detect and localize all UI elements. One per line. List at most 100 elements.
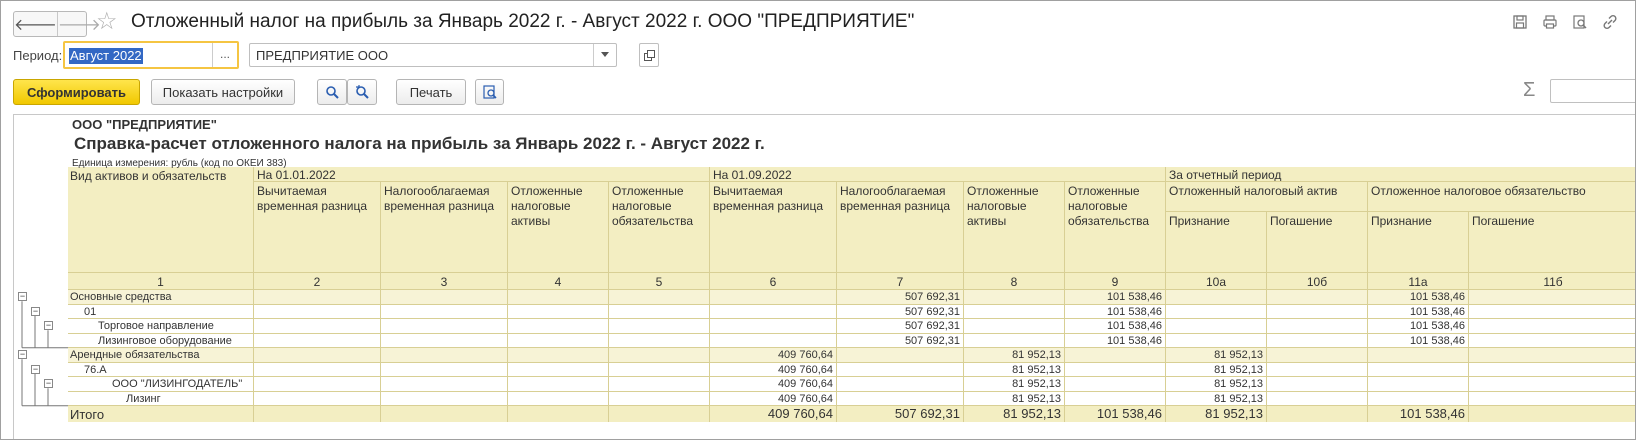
period-input[interactable]: Август 2022 [69,48,143,64]
column-number: 7 [837,272,964,290]
row-value: 101 538,46 [1065,319,1166,334]
header-subcolumn: Налогооблагаемая временная разница [837,182,964,272]
column-number: 9 [1065,272,1166,290]
row-value [508,362,609,377]
column-number: 11б [1469,272,1635,290]
total-value: 101 538,46 [1368,406,1469,422]
header-recognition-repayment: Признание [1368,212,1469,272]
search-button[interactable] [317,79,347,105]
collapse-toggle[interactable]: − [44,321,53,331]
header-subcolumn: Отложенные налоговые активы [508,182,609,272]
print-button[interactable]: Печать [396,79,466,105]
column-number: 3 [381,272,508,290]
organization-dropdown-button[interactable] [593,44,616,66]
row-label: ООО "ЛИЗИНГОДАТЕЛЬ" [68,377,254,392]
total-value: 101 538,46 [1065,406,1166,422]
collapse-toggle[interactable]: − [18,292,27,302]
column-number: 10а [1166,272,1267,290]
row-value: 101 538,46 [1065,290,1166,305]
header-subcolumn: Налогооблагаемая временная разница [381,182,508,272]
period-field[interactable]: Август 2022 ... [63,41,239,69]
header-subcolumn: Вычитаемая временная разница [710,182,837,272]
row-value [254,377,381,392]
total-label: Итого [68,406,254,422]
open-window-icon [643,49,655,61]
row-value [508,319,609,334]
row-value [710,304,837,319]
column-number: 2 [254,272,381,290]
report-spreadsheet[interactable]: Вид активов и обязательств На 01.01.2022 Н… [13,114,1635,439]
row-value [381,377,508,392]
row-value: 409 760,64 [710,348,837,363]
row-value [1267,377,1368,392]
save-icon[interactable] [1509,11,1531,33]
row-label: Лизинговое оборудование [68,333,254,348]
row-value [1166,319,1267,334]
search-clear-button[interactable] [347,79,377,105]
row-value [609,304,710,319]
total-value: 81 952,13 [964,406,1065,422]
row-label: Арендные обязательства [68,348,254,363]
row-value [1166,333,1267,348]
column-number: 10б [1267,272,1368,290]
total-value [508,406,609,422]
favorite-star-icon[interactable]: ☆ [96,8,118,36]
preview-icon[interactable] [1569,11,1591,33]
row-value: 507 692,31 [837,304,964,319]
row-value [508,391,609,406]
back-button[interactable]: 🡐 [14,12,57,36]
window-title: Отложенный налог на прибыль за Январь 20… [131,11,915,32]
row-value [1267,348,1368,363]
row-value [381,304,508,319]
row-value [964,333,1065,348]
row-value [1166,304,1267,319]
row-value [1368,377,1469,392]
organization-field[interactable]: ПРЕДПРИЯТИЕ ООО [249,43,617,67]
row-value [609,319,710,334]
row-value [254,304,381,319]
title-bar: 🡐 🡒 ☆ Отложенный налог на прибыль за Янв… [1,1,1635,43]
row-value [1065,362,1166,377]
row-value [1469,377,1635,392]
header-group-end: На 01.09.2022 [710,167,1166,182]
forward-arrow-icon: 🡒 [57,16,101,34]
row-value [381,319,508,334]
row-value [609,290,710,305]
report-title: Справка-расчет отложенного налога на при… [74,134,765,153]
column-number: 8 [964,272,1065,290]
row-value [1267,290,1368,305]
row-value [609,391,710,406]
sum-icon: Σ [1523,79,1536,101]
show-settings-button[interactable]: Показать настройки [151,79,295,105]
generate-button[interactable]: Сформировать [13,79,140,105]
period-select-button[interactable]: ... [212,43,237,67]
collapse-toggle[interactable]: − [18,350,27,360]
row-value [254,348,381,363]
print-preview-button[interactable] [475,79,504,105]
report-organization: ООО "ПРЕДПРИЯТИЕ" [72,117,217,132]
row-value [1267,333,1368,348]
collapse-toggle[interactable]: − [44,379,53,389]
row-value [1065,391,1166,406]
collapse-toggle[interactable]: − [31,306,40,316]
row-value [710,290,837,305]
back-arrow-icon: 🡐 [14,16,57,34]
row-value: 101 538,46 [1368,319,1469,334]
row-value: 409 760,64 [710,362,837,377]
collapse-toggle[interactable]: − [31,364,40,374]
row-value [508,333,609,348]
search-refresh-icon [356,85,369,99]
row-label: 01 [68,304,254,319]
row-value [1469,319,1635,334]
forward-button[interactable]: 🡒 [56,12,101,36]
row-value [609,377,710,392]
total-value: 81 952,13 [1166,406,1267,422]
link-icon[interactable] [1599,11,1621,33]
row-value [964,290,1065,305]
row-value [1065,377,1166,392]
total-value [1469,406,1635,422]
print-preview-icon [482,85,497,99]
print-icon[interactable] [1539,11,1561,33]
organization-open-button[interactable] [639,43,659,67]
row-value: 101 538,46 [1065,333,1166,348]
